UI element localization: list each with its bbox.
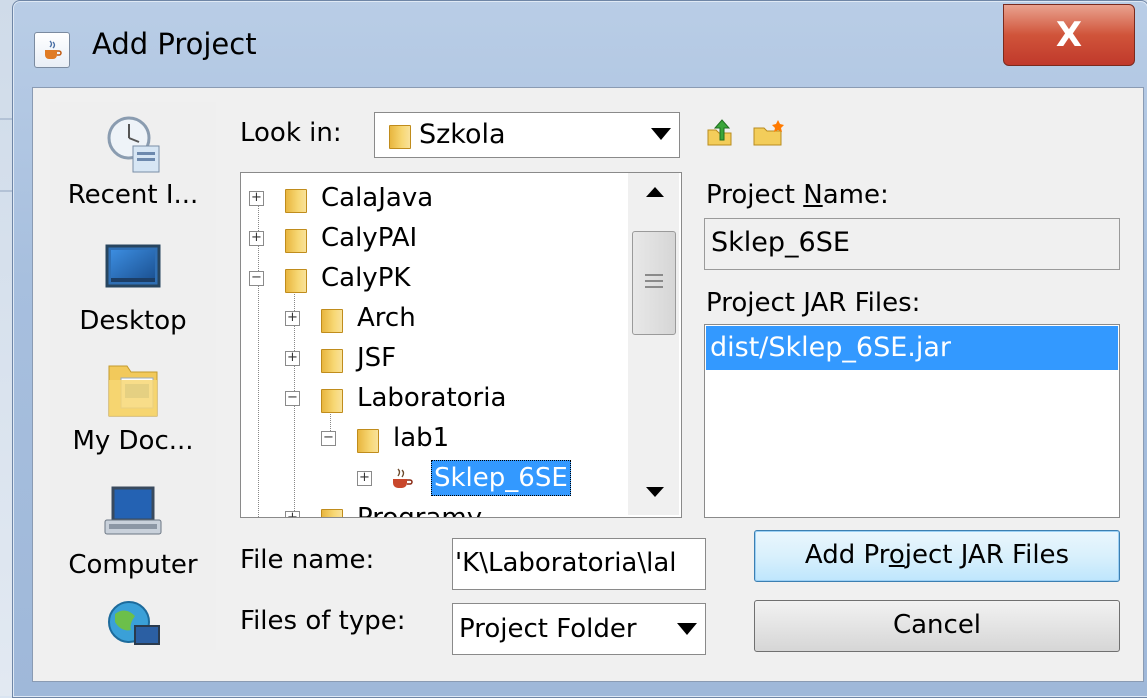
my-documents-icon	[108, 365, 158, 417]
tree-item-label: Laboratoria	[357, 383, 507, 413]
java-project-icon	[393, 468, 413, 488]
file-name-label: File name:	[240, 545, 375, 575]
tree-guide-line	[258, 203, 259, 517]
project-name-label: Project Name:	[706, 180, 889, 210]
look-in-combo[interactable]: Szkola	[374, 112, 680, 158]
recent-items-icon	[107, 116, 160, 173]
expand-icon[interactable]: +	[249, 191, 264, 206]
up-folder-icon[interactable]	[704, 118, 734, 148]
folder-icon	[285, 269, 307, 293]
jar-files-list[interactable]: dist/Sklep_6SE.jar	[704, 324, 1120, 518]
folder-icon	[357, 429, 379, 453]
folder-icon	[285, 229, 307, 253]
collapse-icon[interactable]: −	[285, 391, 300, 406]
place-label: My Doc...	[72, 426, 194, 456]
scroll-thumb[interactable]	[632, 231, 676, 335]
place-recent-items[interactable]: Recent I...	[50, 112, 216, 222]
chevron-down-icon[interactable]	[651, 128, 671, 140]
folder-icon	[321, 349, 343, 373]
expand-icon[interactable]: +	[249, 231, 264, 246]
list-item[interactable]: dist/Sklep_6SE.jar	[706, 326, 1118, 370]
folder-icon	[321, 389, 343, 413]
cancel-button[interactable]: Cancel	[754, 600, 1120, 652]
tree-item-label: Arch	[357, 303, 416, 333]
tree-item-label: JSF	[357, 343, 397, 373]
files-of-type-value: Project Folder	[459, 614, 637, 644]
place-label: Computer	[68, 550, 198, 580]
place-label: Recent I...	[67, 180, 199, 210]
files-of-type-label: Files of type:	[240, 606, 406, 636]
tree-item-label: CalyPK	[321, 263, 411, 293]
expand-icon[interactable]: +	[285, 511, 300, 517]
places-bar: Recent I... Desktop My Doc... Computer	[50, 102, 216, 650]
collapse-icon[interactable]: −	[249, 271, 264, 286]
place-network[interactable]	[50, 596, 216, 650]
grip-line	[645, 286, 663, 288]
tree-scrollbar[interactable]	[628, 173, 679, 515]
scroll-down-icon[interactable]	[646, 487, 664, 497]
folder-icon	[285, 189, 307, 213]
tree-item-label: Programy	[357, 503, 483, 518]
scroll-up-icon[interactable]	[646, 187, 664, 197]
folder-tree[interactable]: + CalaJava + CalyPAI − CalyPK + Arch + J…	[240, 172, 682, 518]
collapse-icon[interactable]: −	[321, 431, 336, 446]
dialog-title: Add Project	[92, 27, 257, 61]
grip-line	[645, 280, 663, 282]
look-in-value: Szkola	[419, 119, 506, 150]
desktop-icon	[105, 244, 161, 288]
tree-item-label: CalaJava	[321, 183, 434, 213]
expand-icon[interactable]: +	[357, 471, 372, 486]
files-of-type-combo[interactable]: Project Folder	[452, 603, 706, 655]
grip-line	[645, 274, 663, 276]
project-jar-files-label: Project JAR Files:	[706, 288, 921, 318]
new-folder-icon[interactable]	[752, 118, 786, 148]
place-desktop[interactable]: Desktop	[50, 238, 216, 348]
tree-item-label: CalyPAI	[321, 223, 418, 253]
close-button[interactable]: X	[1003, 4, 1135, 66]
place-computer[interactable]: Computer	[50, 484, 216, 594]
expand-icon[interactable]: +	[285, 311, 300, 326]
tree-item-label: Sklep_6SE	[431, 460, 571, 496]
expand-icon[interactable]: +	[285, 351, 300, 366]
file-name-value: 'K\Laboratoria\lal	[455, 548, 677, 578]
place-label: Desktop	[79, 306, 187, 336]
project-name-value: Sklep_6SE	[711, 227, 850, 258]
folder-icon	[321, 509, 343, 517]
close-icon: X	[1055, 15, 1083, 55]
file-name-input[interactable]: 'K\Laboratoria\lal	[452, 538, 706, 590]
look-in-label: Look in:	[240, 118, 342, 148]
network-icon	[108, 601, 160, 645]
chevron-down-icon[interactable]	[677, 623, 697, 635]
java-cup-icon	[34, 32, 70, 68]
computer-icon	[104, 486, 162, 535]
folder-icon	[321, 309, 343, 333]
folder-icon	[389, 125, 411, 149]
place-my-documents[interactable]: My Doc...	[50, 358, 216, 468]
tree-item-label: lab1	[393, 423, 450, 453]
add-project-jar-files-button[interactable]: Add Project JAR Files	[754, 530, 1120, 582]
project-name-field: Sklep_6SE	[704, 218, 1120, 270]
